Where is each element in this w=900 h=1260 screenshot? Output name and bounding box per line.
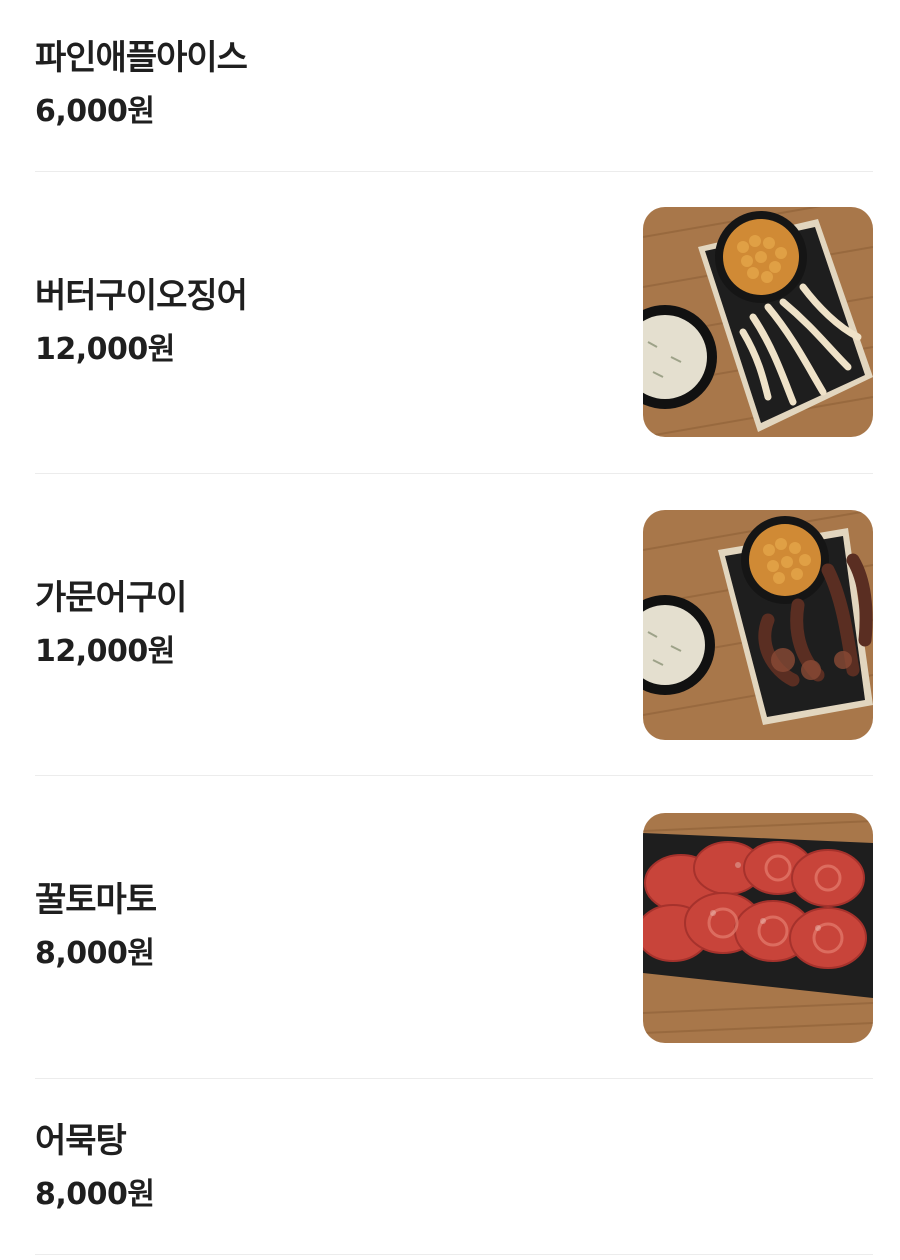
menu-item-name: 꿀토마토: [35, 880, 157, 920]
menu-list: 파인애플아이스 6,000원 버터구이오징어 12,000원 가문어구이 12,…: [0, 0, 900, 1260]
menu-item[interactable]: 꿀토마토 8,000원: [35, 776, 873, 1079]
menu-item-price: 8,000원: [35, 1177, 155, 1212]
menu-item-text: 버터구이오징어 12,000원: [35, 274, 248, 370]
menu-item-text: 가문어구이 12,000원: [35, 576, 187, 672]
menu-item[interactable]: 파인애플아이스 6,000원: [35, 0, 873, 172]
menu-item-price: 6,000원: [35, 94, 155, 129]
menu-item-text: 파인애플아이스 6,000원: [35, 36, 248, 132]
menu-item-text: 꿀토마토 8,000원: [35, 878, 157, 974]
menu-item-price: 12,000원: [35, 332, 175, 367]
menu-item[interactable]: 어묵탕 8,000원: [35, 1079, 873, 1255]
menu-item-price: 8,000원: [35, 936, 155, 971]
grilled-octopus-photo[interactable]: [643, 510, 873, 740]
menu-item-price: 12,000원: [35, 634, 175, 669]
menu-item[interactable]: 가문어구이 12,000원: [35, 474, 873, 776]
menu-item-name: 가문어구이: [35, 578, 187, 618]
butter-grilled-squid-photo[interactable]: [643, 207, 873, 437]
honey-tomato-photo[interactable]: [643, 813, 873, 1043]
menu-item-text: 어묵탕 8,000원: [35, 1119, 155, 1215]
menu-item-name: 어묵탕: [35, 1121, 127, 1161]
menu-item-name: 파인애플아이스: [35, 38, 248, 78]
menu-item-name: 버터구이오징어: [35, 276, 248, 316]
menu-item[interactable]: 버터구이오징어 12,000원: [35, 172, 873, 474]
